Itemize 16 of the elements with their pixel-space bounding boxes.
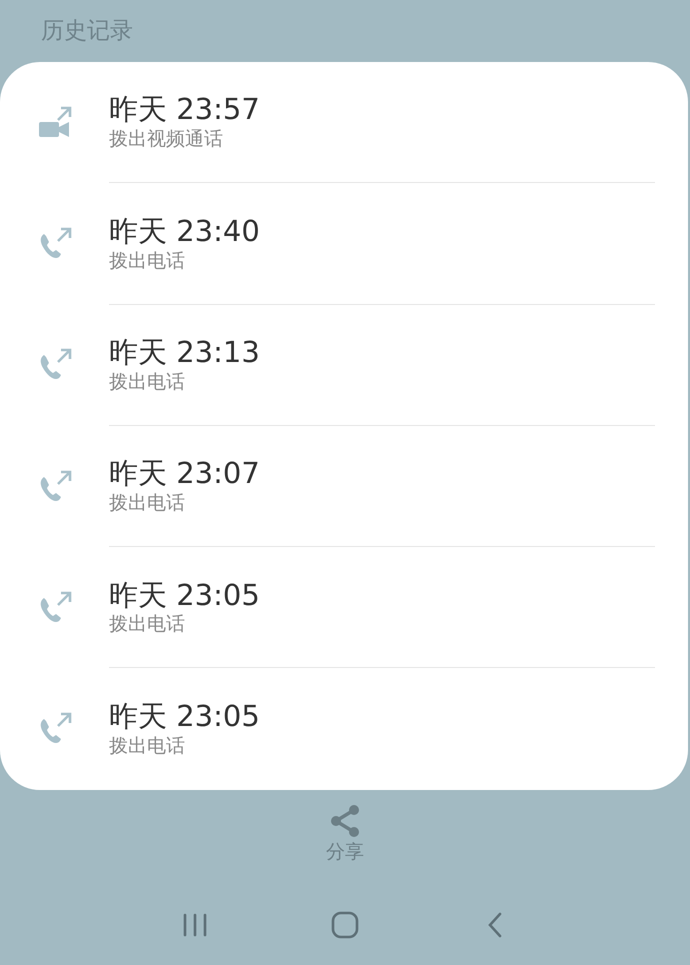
call-type: 拨出视频通话 [109, 127, 224, 152]
call-type: 拨出电话 [109, 734, 186, 759]
call-time: 昨天 23:05 [109, 699, 261, 734]
call-type: 拨出电话 [109, 491, 186, 516]
share-button[interactable]: 分享 [326, 804, 364, 866]
call-type: 拨出电话 [109, 370, 186, 394]
call-type: 拨出电话 [109, 612, 186, 638]
call-time: 昨天 23:40 [109, 214, 261, 248]
call-time: 昨天 23:13 [109, 335, 261, 370]
recent-apps-button[interactable] [181, 910, 209, 938]
call-time: 昨天 23:07 [109, 456, 261, 492]
call-type: 拨出电话 [109, 248, 186, 274]
call-time: 昨天 23:57 [109, 92, 261, 128]
home-button[interactable] [331, 910, 359, 938]
call-time: 昨天 23:05 [109, 578, 261, 612]
share-icon [328, 804, 362, 838]
